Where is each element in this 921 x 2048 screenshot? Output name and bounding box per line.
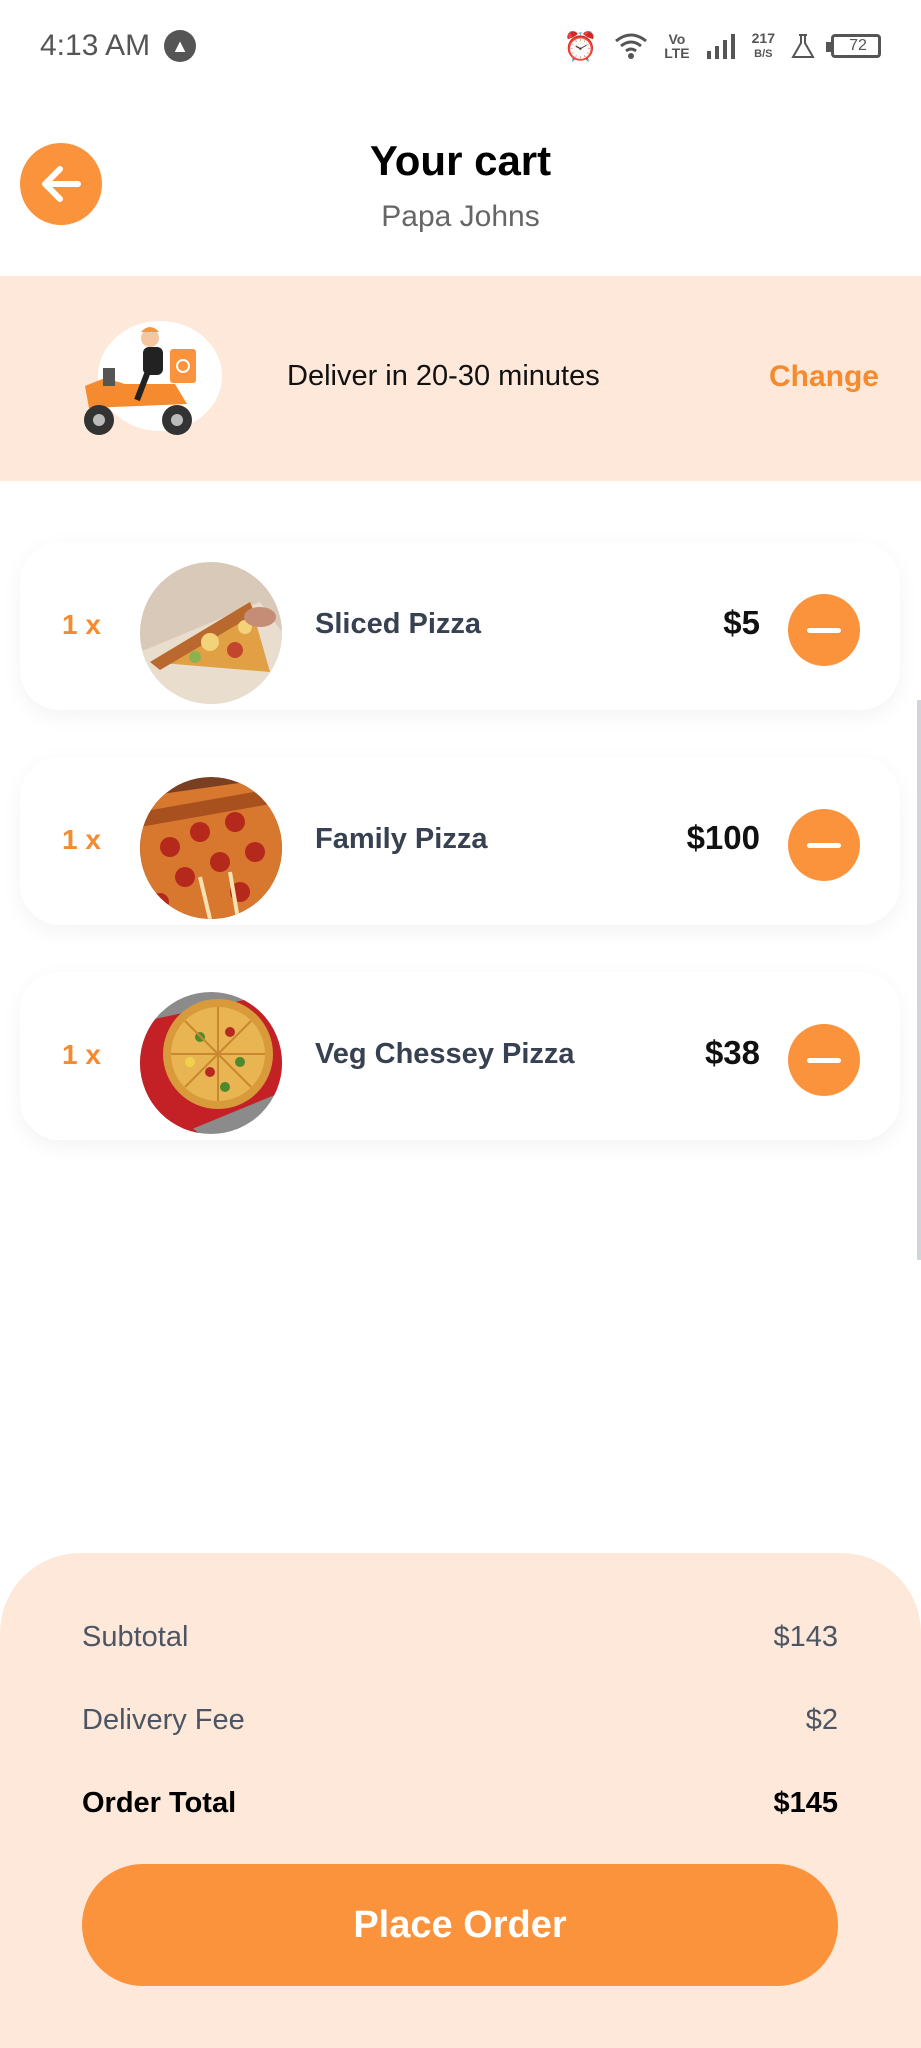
signal-icon [706,34,735,59]
order-total-value: $145 [773,1787,838,1819]
item-quantity: 1 x [62,609,101,640]
scroll-edge-indicator [917,700,921,1260]
item-name: Veg Chessey Pizza [315,1038,575,1070]
cart-item: 1 x Veg Chessey Pizza $38 [20,972,900,1140]
minus-icon [807,1057,841,1063]
wifi-icon [615,33,648,59]
item-name: Sliced Pizza [315,608,482,640]
delivery-time-text: Deliver in 20-30 minutes [287,360,600,392]
status-left: 4:13 AM ▲ [40,29,197,63]
minus-icon [807,627,841,633]
item-price: $5 [723,604,760,641]
alarm-icon: ⏰ [563,30,599,62]
place-order-button[interactable]: Place Order [82,1864,838,1986]
network-speed-unit: B/S [754,48,773,60]
cart-item: 1 x Sliced Pizza $5 [20,542,900,710]
status-bar: 4:13 AM ▲ ⏰ Vo LTE 217 B/S 72 [0,0,921,92]
delivery-fee-row: Delivery Fee $2 [82,1704,838,1737]
battery-level: 72 [849,37,867,54]
item-quantity: 1 x [62,1039,101,1070]
remove-item-button[interactable] [788,1024,860,1096]
cart-item: 1 x Family Pizza $100 [20,757,900,925]
delivery-banner: Deliver in 20-30 minutes Change [0,276,921,481]
item-price: $38 [704,1034,760,1071]
app-notification-icon: ▲ [164,30,197,62]
status-right: ⏰ Vo LTE 217 B/S 72 [563,30,881,63]
family-pizza-image [140,777,282,919]
page-title: Your cart [369,137,552,184]
delivery-fee-label: Delivery Fee [82,1704,245,1736]
sliced-pizza-image [140,562,282,704]
subtotal-label: Subtotal [82,1621,189,1653]
clock: 4:13 AM [40,29,151,62]
veg-pizza-image [140,992,282,1134]
subtotal-value: $143 [773,1621,838,1653]
order-total-row: Order Total $145 [82,1787,838,1820]
change-delivery-button[interactable]: Change [769,360,879,394]
volte-bottom: LTE [664,45,690,61]
item-price: $100 [686,819,760,856]
restaurant-name: Papa Johns [381,200,540,233]
cart-header: Your cart Papa Johns [0,115,921,265]
remove-item-button[interactable] [788,809,860,881]
order-total-label: Order Total [82,1787,237,1819]
delivery-scooter-illustration [84,321,222,435]
network-speed: 217 B/S [752,31,775,61]
order-summary: Subtotal $143 Delivery Fee $2 Order Tota… [0,1553,921,2048]
battery-icon: 72 [826,34,881,58]
flask-icon [791,34,815,58]
item-name: Family Pizza [315,823,488,855]
network-speed-value: 217 [751,30,775,46]
volte-indicator: Vo LTE [664,32,689,60]
subtotal-row: Subtotal $143 [82,1621,838,1654]
minus-icon [807,842,841,848]
remove-item-button[interactable] [788,594,860,666]
item-quantity: 1 x [62,824,101,855]
delivery-fee-value: $2 [805,1704,838,1736]
